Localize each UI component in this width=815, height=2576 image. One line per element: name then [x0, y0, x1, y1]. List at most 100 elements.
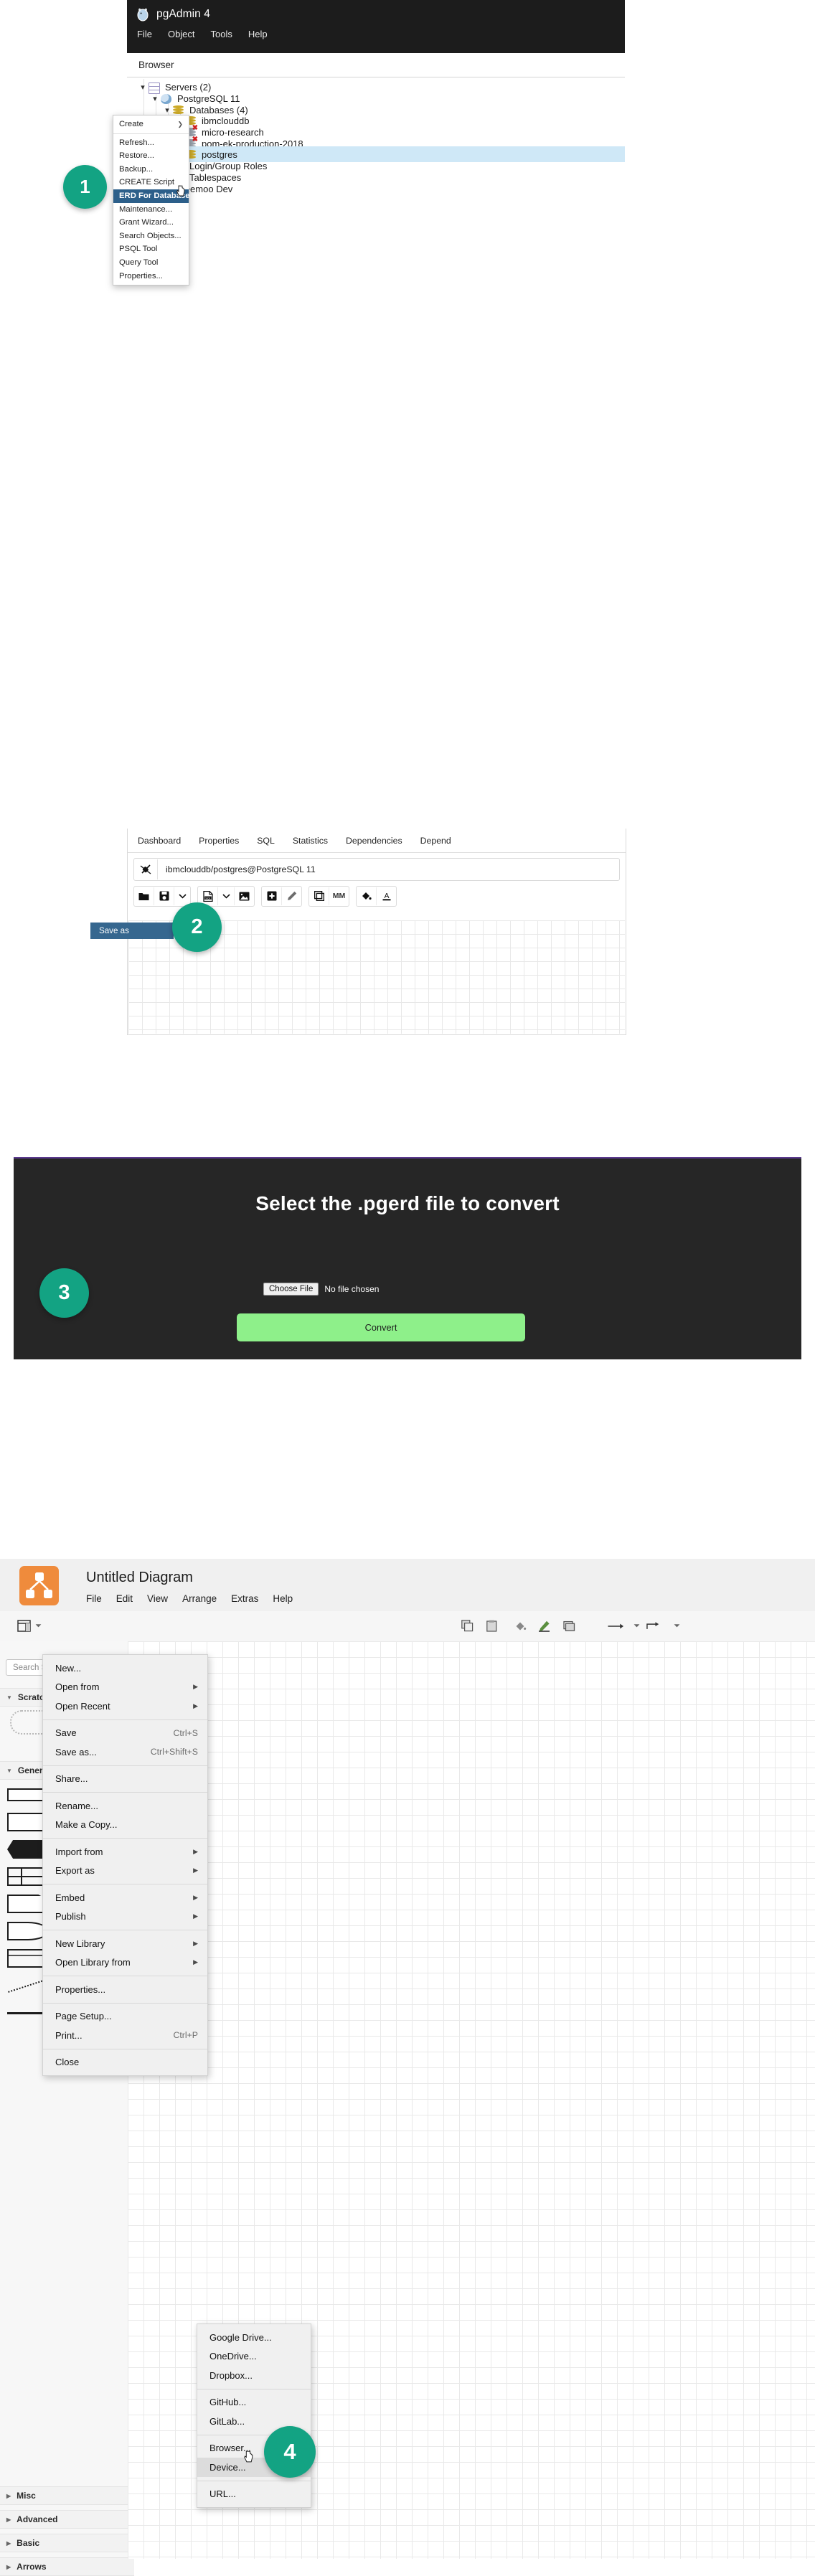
menu-object[interactable]: Object — [168, 29, 195, 39]
menu-item-open-library-from[interactable]: Open Library from ▶ — [43, 1953, 207, 1973]
clone-icon[interactable] — [309, 887, 329, 905]
menu-item-shortcut: Ctrl+P — [173, 2030, 198, 2041]
submenu-item-github[interactable]: GitHub... — [197, 2393, 311, 2412]
menu-help[interactable]: Help — [273, 1593, 293, 1604]
arrow-connector-icon[interactable] — [608, 1618, 624, 1634]
menu-item-open-from[interactable]: Open from ▶ — [43, 1678, 207, 1697]
chevron-down-icon[interactable]: ▾ — [137, 82, 149, 92]
context-item-refresh[interactable]: Refresh... — [113, 136, 189, 150]
paste-icon[interactable] — [484, 1618, 500, 1634]
menu-extras[interactable]: Extras — [231, 1593, 258, 1604]
tab-statistics[interactable]: Statistics — [293, 836, 328, 846]
menu-item-save[interactable]: Save Ctrl+S — [43, 1724, 207, 1743]
chevron-down-icon[interactable] — [174, 887, 190, 905]
fill-color-icon[interactable] — [357, 887, 377, 905]
menu-item-import-from[interactable]: Import from ▶ — [43, 1842, 207, 1862]
context-item-label: Refresh... — [119, 138, 154, 147]
menu-item-properties[interactable]: Properties... — [43, 1980, 207, 1999]
menu-item-close[interactable]: Close — [43, 2053, 207, 2072]
context-item-search-objects[interactable]: Search Objects... — [113, 230, 189, 243]
submenu-item-dropbox[interactable]: Dropbox... — [197, 2366, 311, 2385]
menu-file[interactable]: File — [86, 1593, 102, 1604]
erd-tab-bar: Dashboard Properties SQL Statistics Depe… — [128, 829, 626, 853]
context-item-restore[interactable]: Restore... — [113, 149, 189, 163]
convert-button[interactable]: Convert — [237, 1313, 525, 1341]
copy-icon[interactable] — [459, 1618, 476, 1634]
palette-section-misc[interactable]: ▶ Misc — [0, 2486, 134, 2505]
submenu-item-google-drive[interactable]: Google Drive... — [197, 2328, 311, 2347]
save-icon[interactable] — [154, 887, 174, 905]
tooltip-label: Save as — [99, 926, 129, 935]
document-title[interactable]: Untitled Diagram — [86, 1570, 193, 1586]
fill-color-icon[interactable] — [512, 1618, 529, 1634]
context-item-label: Create — [119, 120, 143, 128]
edit-pencil-icon[interactable] — [282, 887, 301, 905]
chevron-down-icon[interactable] — [628, 1618, 645, 1634]
plug-disconnected-icon[interactable] — [134, 859, 158, 879]
triangle-right-icon: ▶ — [193, 1958, 198, 1966]
tab-sql[interactable]: SQL — [257, 836, 275, 846]
menu-item-label: Make a Copy... — [55, 1819, 118, 1831]
menu-item-label: Open from — [55, 1681, 100, 1693]
shadow-icon[interactable] — [561, 1618, 578, 1634]
palette-section-arrows[interactable]: ▶ Arrows — [0, 2557, 134, 2576]
menu-edit[interactable]: Edit — [116, 1593, 133, 1604]
step-badge-2: 2 — [172, 902, 222, 952]
context-item-maintenance[interactable]: Maintenance... — [113, 203, 189, 217]
context-item-query-tool[interactable]: Query Tool — [113, 256, 189, 270]
chevron-down-icon[interactable] — [218, 887, 235, 905]
chevron-down-icon[interactable] — [669, 1618, 685, 1634]
menu-item-shortcut: Ctrl+S — [173, 1727, 198, 1738]
menu-help[interactable]: Help — [248, 29, 268, 39]
file-status-label: No file chosen — [324, 1284, 380, 1294]
menu-item-save-as[interactable]: Save as... Ctrl+Shift+S — [43, 1742, 207, 1762]
palette-section-label: Basic — [17, 2538, 40, 2548]
menu-item-rename[interactable]: Rename... — [43, 1796, 207, 1816]
menu-item-open-recent[interactable]: Open Recent ▶ — [43, 1697, 207, 1716]
menu-item-share[interactable]: Share... — [43, 1770, 207, 1789]
export-group: SQL — [197, 885, 255, 907]
palette-section-advanced[interactable]: ▶ Advanced — [0, 2510, 134, 2529]
chevron-down-icon[interactable] — [30, 1618, 47, 1634]
context-item-create[interactable]: Create ❯ — [113, 118, 189, 131]
menu-file[interactable]: File — [137, 29, 152, 39]
chevron-down-icon[interactable]: ▾ — [161, 105, 173, 115]
choose-file-button[interactable]: Choose File — [263, 1283, 319, 1296]
drawio-menubar: File Edit View Arrange Extras Help — [86, 1593, 293, 1604]
menu-tools[interactable]: Tools — [211, 29, 232, 39]
add-table-icon[interactable] — [262, 887, 282, 905]
menu-item-make-a-copy[interactable]: Make a Copy... — [43, 1816, 207, 1835]
menu-item-publish[interactable]: Publish ▶ — [43, 1907, 207, 1927]
chevron-down-icon[interactable]: ▾ — [149, 94, 161, 103]
context-item-label: Grant Wizard... — [119, 218, 174, 227]
menu-item-shortcut: Ctrl+Shift+S — [150, 1747, 198, 1758]
image-icon[interactable] — [235, 887, 254, 905]
palette-section-basic[interactable]: ▶ Basic — [0, 2534, 134, 2552]
context-item-psql-tool[interactable]: PSQL Tool — [113, 242, 189, 256]
text-color-icon[interactable]: A — [377, 887, 396, 905]
menu-item-export-as[interactable]: Export as ▶ — [43, 1862, 207, 1881]
menu-arrange[interactable]: Arrange — [182, 1593, 217, 1604]
tab-dashboard[interactable]: Dashboard — [138, 836, 181, 846]
tab-properties[interactable]: Properties — [199, 836, 239, 846]
context-item-properties[interactable]: Properties... — [113, 270, 189, 283]
menu-item-new[interactable]: New... — [43, 1659, 207, 1678]
palette-section-label: Arrows — [17, 2562, 47, 2572]
menu-item-print[interactable]: Print... Ctrl+P — [43, 2026, 207, 2045]
tab-dependents[interactable]: Depend — [420, 836, 451, 846]
tab-dependencies[interactable]: Dependencies — [346, 836, 402, 846]
context-item-label: CREATE Script — [119, 178, 174, 187]
open-file-icon[interactable] — [134, 887, 154, 905]
menu-view[interactable]: View — [147, 1593, 168, 1604]
context-item-backup[interactable]: Backup... — [113, 163, 189, 176]
submenu-item-url[interactable]: URL... — [197, 2485, 311, 2504]
many-to-many-icon[interactable]: MM — [329, 887, 349, 905]
menu-item-page-setup[interactable]: Page Setup... — [43, 2007, 207, 2027]
line-color-icon[interactable] — [536, 1618, 552, 1634]
menu-item-embed[interactable]: Embed ▶ — [43, 1888, 207, 1907]
svg-text:A: A — [384, 892, 389, 900]
context-item-grant-wizard[interactable]: Grant Wizard... — [113, 216, 189, 230]
submenu-item-onedrive[interactable]: OneDrive... — [197, 2347, 311, 2367]
waypoint-style-icon[interactable] — [646, 1618, 663, 1634]
menu-item-new-library[interactable]: New Library ▶ — [43, 1934, 207, 1953]
